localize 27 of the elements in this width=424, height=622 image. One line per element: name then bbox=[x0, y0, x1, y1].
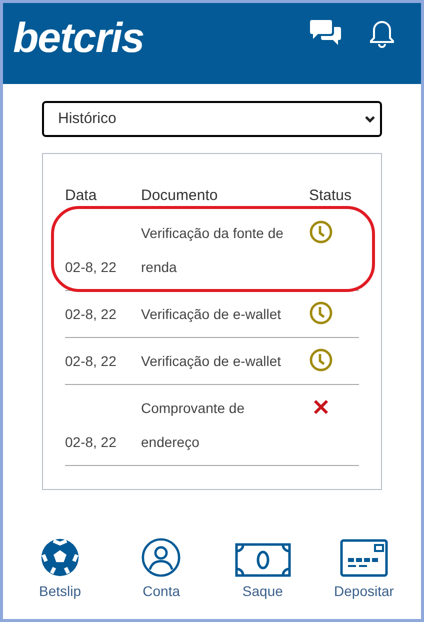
document-cell-text: Verificação de e-wallet bbox=[141, 305, 282, 324]
clock-icon bbox=[309, 348, 333, 372]
column-header: Data bbox=[65, 186, 98, 206]
nav-button[interactable]: Depositar bbox=[324, 538, 404, 602]
date-cell-text: 02-8, 22 bbox=[65, 258, 118, 277]
clock-icon bbox=[309, 301, 333, 325]
nav-button[interactable]: Betslip bbox=[20, 538, 100, 602]
history-dropdown[interactable]: Histórico bbox=[42, 101, 382, 137]
cross-icon bbox=[313, 399, 329, 415]
chevron-icon bbox=[364, 115, 376, 123]
nav-button[interactable]: Conta bbox=[121, 538, 202, 602]
banknote-icon bbox=[234, 543, 291, 577]
column-header: Documento bbox=[141, 186, 219, 206]
date-cell-text: 02-8, 22 bbox=[65, 305, 118, 324]
document-cell-text: Verificação da fonte de renda bbox=[141, 224, 284, 277]
column-header: Status bbox=[309, 186, 353, 206]
nav-button[interactable]: Saque bbox=[222, 538, 303, 602]
soccer-ball-icon bbox=[39, 538, 81, 577]
date-cell-text: 02-8, 22 bbox=[65, 433, 118, 452]
clock-icon bbox=[309, 220, 333, 244]
document-cell-text: Verificação de e-wallet bbox=[141, 352, 282, 371]
user-icon bbox=[140, 538, 182, 577]
bell-icon[interactable] bbox=[369, 19, 395, 49]
card-icon bbox=[340, 539, 388, 577]
logo[interactable]: betcris bbox=[13, 17, 144, 59]
document-cell-text: Comprovante de endereço bbox=[141, 399, 246, 452]
date-cell-text: 02-8, 22 bbox=[65, 352, 118, 371]
